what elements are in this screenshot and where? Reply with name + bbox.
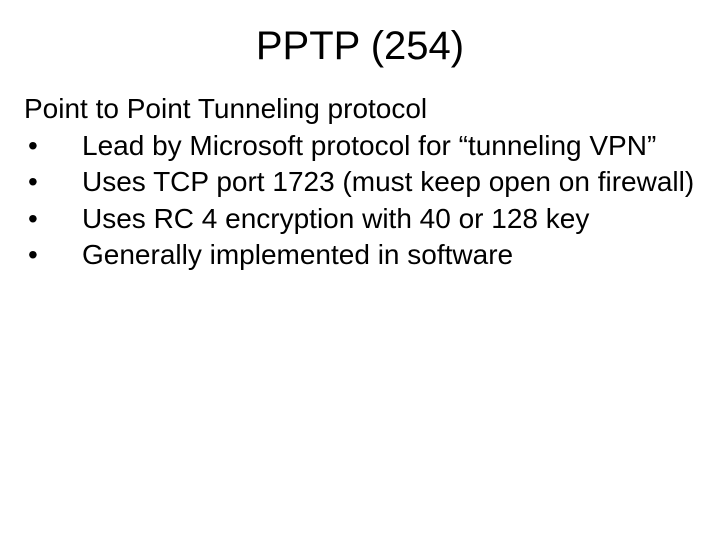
list-item: • Uses TCP port 1723 (must keep open on … — [24, 164, 696, 200]
slide-title: PPTP (254) — [24, 24, 696, 69]
list-item: • Uses RC 4 encryption with 40 or 128 ke… — [24, 201, 696, 237]
bullet-icon: • — [24, 237, 82, 273]
bullet-text: Lead by Microsoft protocol for “tunnelin… — [82, 128, 696, 164]
bullet-icon: • — [24, 164, 82, 200]
list-item: • Lead by Microsoft protocol for “tunnel… — [24, 128, 696, 164]
list-item: • Generally implemented in software — [24, 237, 696, 273]
slide: PPTP (254) Point to Point Tunneling prot… — [0, 0, 720, 540]
bullet-text: Generally implemented in software — [82, 237, 696, 273]
bullet-icon: • — [24, 128, 82, 164]
slide-subtitle: Point to Point Tunneling protocol — [24, 91, 696, 126]
bullet-text: Uses RC 4 encryption with 40 or 128 key — [82, 201, 696, 237]
bullet-text: Uses TCP port 1723 (must keep open on fi… — [82, 164, 696, 200]
bullet-icon: • — [24, 201, 82, 237]
bullet-list: • Lead by Microsoft protocol for “tunnel… — [24, 128, 696, 274]
